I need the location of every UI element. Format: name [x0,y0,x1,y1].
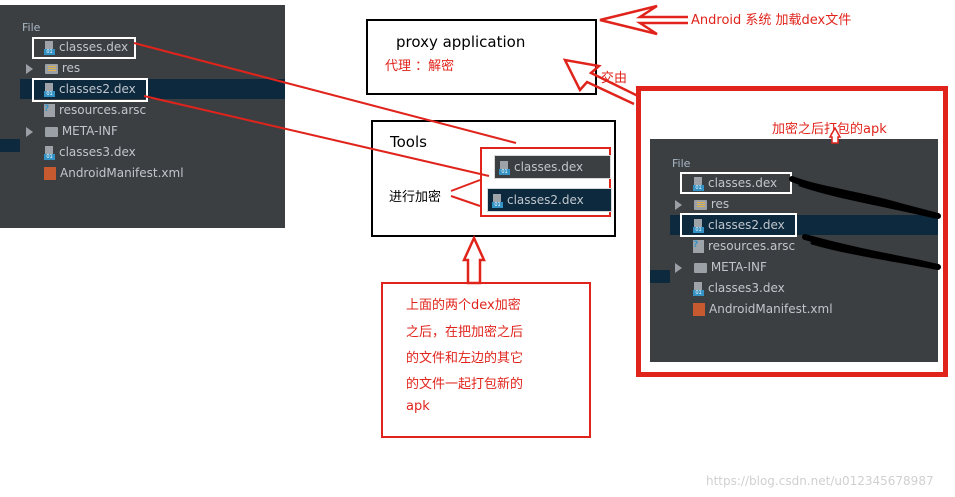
dex-file-icon [499,161,510,175]
note-line-4: 的文件一起打包新的 [406,377,524,392]
expand-arrow-icon[interactable] [675,262,682,273]
apk-item-android-manifest[interactable]: AndroidManifest.xml [693,299,833,319]
apk-file-tree: File classes.dex res classes2.dex resour… [650,139,938,362]
dex-file-icon [44,146,55,160]
expand-arrow-icon[interactable] [26,63,33,74]
folder-icon [693,262,707,273]
apk-item-classes3-dex[interactable]: classes3.dex [693,278,785,298]
proxy-subtitle: 代理 ：解密 [385,59,455,74]
note-line-5: apk [406,399,430,414]
watermark: https://blog.csdn.net/u012345678987 [706,474,934,488]
apk-item-resources-arsc[interactable]: resources.arsc [693,235,795,256]
arsc-file-icon [693,235,704,255]
tree-item-android-manifest[interactable]: AndroidManifest.xml [44,163,184,183]
xml-file-icon [44,167,56,180]
apk-item-res[interactable]: res [675,194,729,214]
folder-icon [44,126,58,137]
xml-file-icon [693,303,705,316]
tools-box: Tools 进行加密 classes.dex classes2.dex [371,120,616,237]
proxy-application-box: proxy application 代理 ：解密 [366,19,597,95]
highlight-classes-dex [32,37,136,59]
apk-highlight-classes2-dex [680,213,797,237]
tools-file-classes2-dex[interactable]: classes2.dex [487,188,612,212]
apk-highlight-classes-dex [680,172,792,194]
expand-arrow-icon[interactable] [675,199,682,210]
note-line-1: 上面的两个dex加密 [406,298,521,313]
arrow-icon [599,4,688,36]
note-line-2: 之后，在把加密之后 [406,325,524,340]
apk-file-header: File [672,157,691,170]
handover-label: 交由 [601,71,628,86]
highlight-classes2-dex [32,78,148,102]
encrypted-apk-box: 加密之后打包的apk File classes.dex res classes2… [636,86,948,377]
left-file-tree: File classes.dex res classes2.dex resour… [0,5,285,228]
res-folder-icon [693,199,707,210]
proxy-title: proxy application [396,33,526,51]
android-load-label: Android 系统 加载dex文件 [691,13,852,28]
dex-file-icon [492,194,503,208]
tools-title: Tools [390,133,427,151]
apk-item-meta-inf[interactable]: META-INF [675,257,767,277]
encrypt-label: 进行加密 [389,190,442,205]
up-arrow-icon [462,234,486,285]
file-header: File [22,21,41,34]
note-box: 上面的两个dex加密 之后，在把加密之后 的文件和左边的其它 的文件一起打包新的… [381,282,591,438]
arsc-file-icon [44,99,55,119]
tree-item-resources-arsc[interactable]: resources.arsc [44,99,146,120]
apk-title: 加密之后打包的apk [772,122,887,137]
res-folder-icon [44,63,58,74]
tools-file-classes-dex[interactable]: classes.dex [494,155,611,179]
dex-file-icon [693,282,704,296]
tree-item-classes3-dex[interactable]: classes3.dex [44,142,136,162]
tree-item-res[interactable]: res [26,58,80,78]
tree-item-meta-inf[interactable]: META-INF [26,121,118,141]
expand-arrow-icon[interactable] [26,126,33,137]
note-line-3: 的文件和左边的其它 [406,351,524,366]
